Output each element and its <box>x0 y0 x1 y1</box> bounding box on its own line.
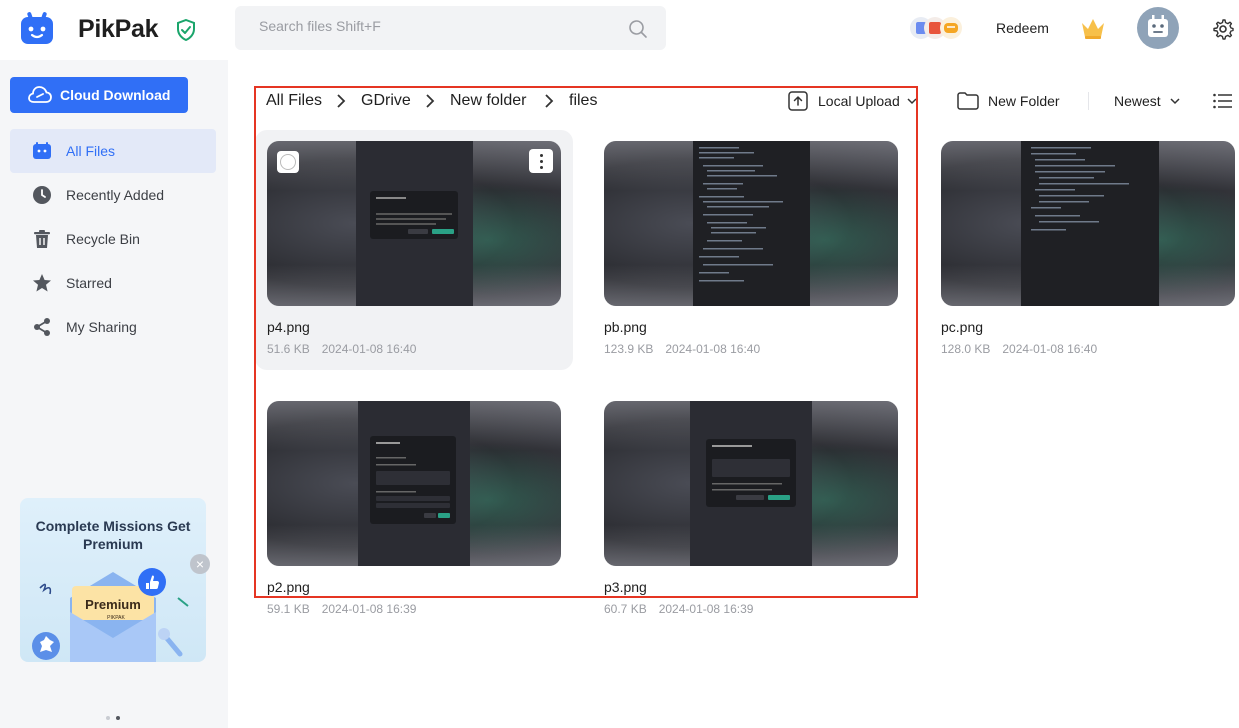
file-thumbnail[interactable] <box>604 401 898 566</box>
redeem-link[interactable]: Redeem <box>996 20 1049 36</box>
premium-envelope-illustration: Premium PIKPAK <box>32 568 189 662</box>
sidebar-item-label: All Files <box>66 143 116 159</box>
file-size: 59.1 KB <box>267 602 310 616</box>
file-name[interactable]: pb.png <box>604 319 647 335</box>
breadcrumb-item-files[interactable]: files <box>569 92 597 110</box>
sidebar-item-my-sharing[interactable]: My Sharing <box>10 305 216 349</box>
app-name: PikPak <box>78 15 159 43</box>
sidebar-item-label: Recycle Bin <box>66 231 140 247</box>
promo-art-premium-text: Premium <box>85 597 141 612</box>
cloud-link-icon <box>28 86 52 103</box>
dialog-preview-image <box>370 191 458 239</box>
sidebar-item-recently-added[interactable]: Recently Added <box>10 173 216 217</box>
file-name[interactable]: pc.png <box>941 319 983 335</box>
cloud-download-button[interactable]: Cloud Download <box>10 77 188 113</box>
file-thumbnail[interactable] <box>941 141 1235 306</box>
share-icon <box>34 318 50 336</box>
chevron-right-icon <box>545 94 554 108</box>
trash-icon <box>34 230 50 248</box>
upload-icon <box>788 91 808 111</box>
promo-title: Complete Missions Get Premium <box>35 518 191 552</box>
chevron-down-icon <box>907 98 917 105</box>
file-date: 2024-01-08 16:40 <box>1002 342 1098 356</box>
search-input[interactable] <box>259 18 609 34</box>
code-preview-image <box>1031 147 1129 231</box>
sort-dropdown[interactable]: Newest <box>1114 90 1184 114</box>
file-name[interactable]: p3.png <box>604 579 647 595</box>
local-upload-label: Local Upload <box>818 93 900 109</box>
star-icon <box>33 274 51 292</box>
file-size: 51.6 KB <box>267 342 310 356</box>
premium-promo-card[interactable]: Complete Missions Get Premium Premium PI… <box>20 498 206 662</box>
folder-icon <box>33 142 51 159</box>
sidebar-item-starred[interactable]: Starred <box>10 261 216 305</box>
avatar-robot-icon <box>1148 15 1168 37</box>
file-card[interactable]: pb.png 123.9 KB 2024-01-08 16:40 <box>592 130 910 370</box>
sidebar-item-label: Recently Added <box>66 187 165 203</box>
sidebar-item-recycle-bin[interactable]: Recycle Bin <box>10 217 216 261</box>
verified-shield-icon[interactable] <box>176 19 196 41</box>
select-checkbox[interactable] <box>277 151 299 173</box>
user-avatar[interactable] <box>1137 7 1179 49</box>
sidebar-item-label: Starred <box>66 275 112 291</box>
dialog-preview-image <box>370 436 456 524</box>
clock-icon <box>33 186 51 204</box>
breadcrumb-item-new-folder[interactable]: New folder <box>450 92 526 110</box>
settings-gear-icon[interactable] <box>1212 18 1234 40</box>
code-preview-image <box>699 147 783 282</box>
sort-label: Newest <box>1114 93 1161 109</box>
file-thumbnail[interactable] <box>267 141 561 306</box>
file-card[interactable]: pc.png 128.0 KB 2024-01-08 16:40 <box>929 130 1239 370</box>
file-card[interactable]: p2.png 59.1 KB 2024-01-08 16:39 <box>255 390 573 622</box>
carousel-dots[interactable] <box>105 715 125 721</box>
search-icon[interactable] <box>628 19 648 39</box>
file-card[interactable]: p4.png 51.6 KB 2024-01-08 16:40 <box>255 130 573 370</box>
chevron-down-icon <box>1170 98 1180 105</box>
more-options-icon[interactable] <box>529 149 553 173</box>
file-name[interactable]: p2.png <box>267 579 310 595</box>
local-upload-button[interactable]: Local Upload <box>788 90 920 114</box>
sidebar-item-all-files[interactable]: All Files <box>10 129 216 173</box>
search-bar[interactable] <box>235 6 666 50</box>
dialog-preview-image <box>706 439 796 507</box>
file-date: 2024-01-08 16:39 <box>321 602 417 616</box>
promo-close-icon[interactable]: × <box>190 554 210 574</box>
file-date: 2024-01-08 16:39 <box>658 602 754 616</box>
file-thumbnail[interactable] <box>604 141 898 306</box>
breadcrumb-item-gdrive[interactable]: GDrive <box>361 92 411 110</box>
new-folder-label: New Folder <box>988 93 1060 109</box>
new-folder-button[interactable]: New Folder <box>957 90 1067 114</box>
file-size: 123.9 KB <box>604 342 654 356</box>
premium-crown-icon[interactable] <box>1079 14 1107 42</box>
chevron-right-icon <box>426 94 435 108</box>
file-date: 2024-01-08 16:40 <box>665 342 761 356</box>
file-thumbnail[interactable] <box>267 401 561 566</box>
file-name[interactable]: p4.png <box>267 319 310 335</box>
cloud-download-label: Cloud Download <box>60 87 171 103</box>
list-view-icon[interactable] <box>1213 93 1232 109</box>
folder-outline-icon <box>957 92 979 110</box>
pikpak-logo-icon[interactable] <box>20 12 54 46</box>
app-badges-icon[interactable] <box>909 16 965 40</box>
file-date: 2024-01-08 16:40 <box>321 342 417 356</box>
sidebar-item-label: My Sharing <box>66 319 137 335</box>
file-size: 60.7 KB <box>604 602 647 616</box>
breadcrumb-item-all-files[interactable]: All Files <box>266 92 322 110</box>
top-bar: PikPak Redeem <box>0 0 1239 60</box>
file-card[interactable]: p3.png 60.7 KB 2024-01-08 16:39 <box>592 390 910 622</box>
chevron-right-icon <box>337 94 346 108</box>
promo-art-brand-text: PIKPAK <box>107 615 125 621</box>
file-size: 128.0 KB <box>941 342 991 356</box>
toolbar-divider <box>1088 92 1089 110</box>
